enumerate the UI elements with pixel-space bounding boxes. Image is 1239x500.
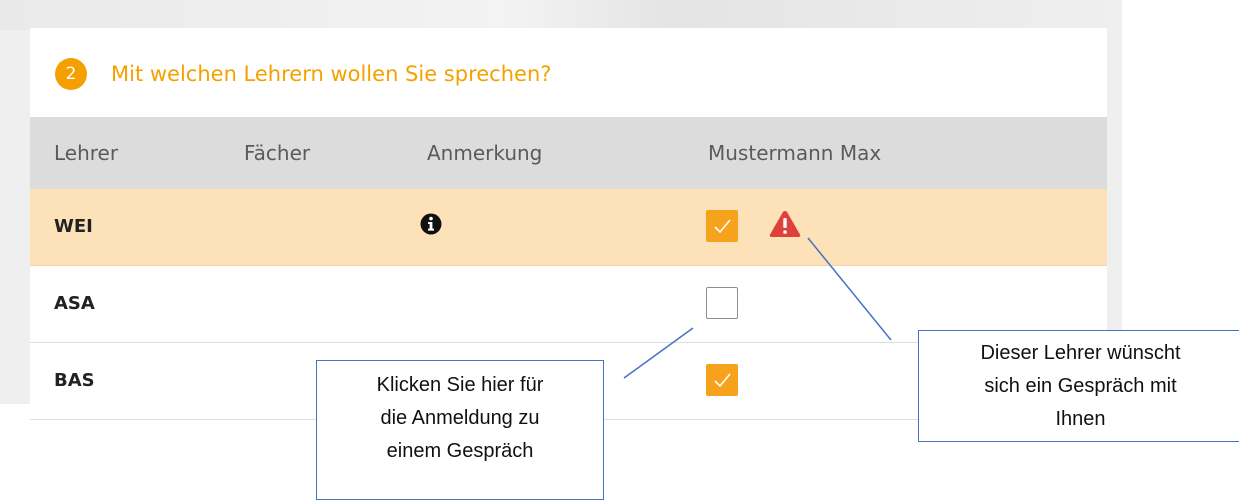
callout-line: Ihnen — [1055, 408, 1106, 430]
callout-line: Klicken Sie hier für — [376, 374, 544, 396]
callout-line: Dieser Lehrer wünscht — [980, 342, 1181, 364]
callout-line: sich ein Gespräch mit — [984, 375, 1177, 397]
callout-warning-hint: Dieser Lehrer wünscht sich ein Gespräch … — [918, 330, 1239, 442]
callout-line: die Anmeldung zu — [380, 407, 540, 429]
connector-line-checkbox — [623, 327, 694, 379]
connector-line-warning — [807, 237, 892, 341]
callout-line: einem Gespräch — [386, 440, 534, 462]
callout-checkbox-hint: Klicken Sie hier für die Anmeldung zu ei… — [316, 360, 604, 500]
